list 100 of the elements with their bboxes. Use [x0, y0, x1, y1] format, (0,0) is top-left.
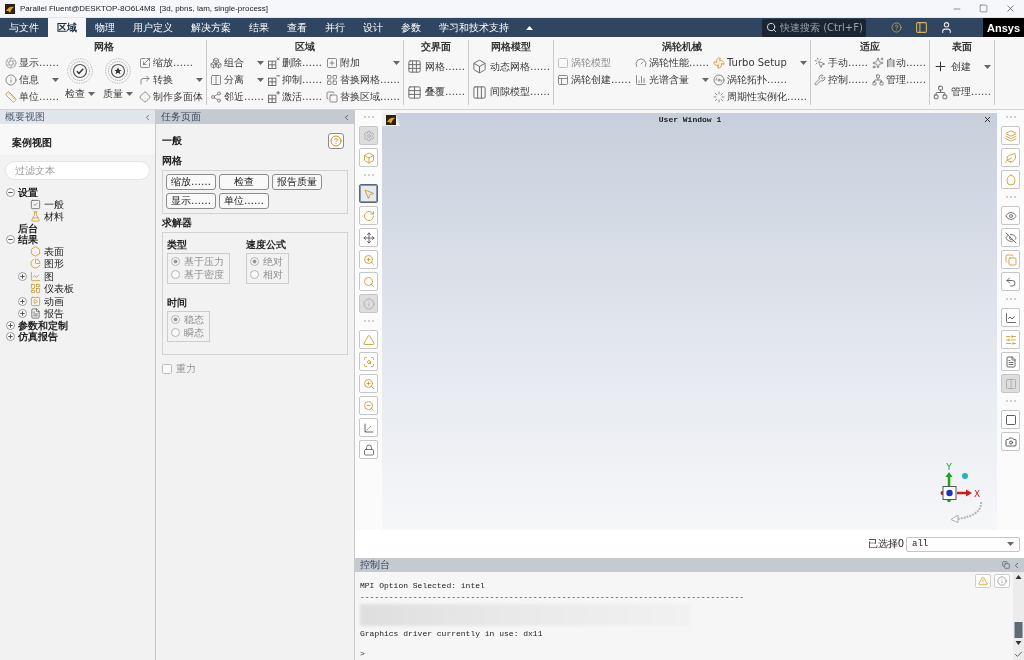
ribbon-button[interactable]: 光谱含量 — [635, 71, 709, 88]
ribbon-button[interactable]: 分离 — [210, 71, 264, 88]
tool-button[interactable] — [1001, 432, 1020, 451]
collapse-icon[interactable] — [6, 188, 15, 197]
ribbon-button[interactable]: 删除…… — [268, 54, 322, 71]
ribbon-button[interactable]: Turbo Setup — [713, 54, 807, 71]
mesh-button[interactable]: 缩放…… — [166, 174, 216, 190]
triangle-icon — [362, 333, 375, 346]
tree-item[interactable]: 设置 — [18, 187, 38, 198]
tree-item[interactable]: 报告 — [44, 308, 64, 320]
tool-button[interactable] — [359, 228, 378, 247]
collapse-icon[interactable] — [6, 235, 15, 244]
tool-button[interactable] — [1001, 206, 1020, 225]
tool-button[interactable] — [1001, 410, 1020, 429]
mesh-button[interactable]: 显示…… — [166, 193, 216, 209]
tree-item[interactable]: 材料 — [44, 211, 64, 223]
tree-item[interactable]: 后台 — [18, 223, 38, 234]
mesh-button[interactable]: 检查 — [219, 174, 269, 190]
fan-icon — [713, 56, 725, 69]
ribbon-button[interactable]: 缩放…… — [139, 54, 203, 71]
ribbon-button[interactable]: 质量 — [101, 54, 135, 105]
detach-icon[interactable] — [1002, 561, 1010, 569]
ribbon-button[interactable]: 显示…… — [5, 54, 59, 71]
ribbon-button[interactable]: 涡轮性能…… — [635, 54, 709, 71]
ribbon-button[interactable]: 手动…… — [814, 54, 868, 71]
ribbon-button[interactable]: 动态网格…… — [472, 56, 550, 77]
ribbon-button[interactable]: 周期性实例化…… — [713, 88, 807, 105]
selection-dropdown[interactable]: all — [906, 536, 1020, 552]
expand-icon[interactable] — [18, 309, 27, 319]
menu-tab[interactable]: 用户定义 — [124, 18, 182, 37]
ribbon-button[interactable]: 涡轮创建…… — [557, 71, 631, 88]
tree-item[interactable]: 图 — [44, 270, 54, 282]
checkbox[interactable] — [558, 57, 568, 68]
ribbon-button[interactable]: 附加 — [326, 54, 400, 71]
tree-item[interactable]: 一般 — [44, 198, 64, 210]
ribbon-button[interactable]: 控制…… — [814, 71, 868, 88]
chevron-left-icon[interactable] — [143, 112, 152, 122]
square-icon — [1004, 413, 1017, 426]
menu-tab[interactable]: 查看 — [278, 18, 316, 37]
tree-item[interactable]: 参数和定制 — [18, 320, 68, 331]
ribbon-button[interactable]: 转换 — [139, 71, 203, 88]
chevron-left-icon[interactable] — [342, 112, 351, 122]
ribbon-button[interactable]: 组合 — [210, 54, 264, 71]
tree-item[interactable]: 结果 — [18, 234, 38, 245]
mesh-button[interactable]: 报告质量 — [272, 174, 322, 190]
ribbon-button[interactable]: 管理…… — [872, 71, 926, 88]
menu-tab[interactable]: 设计 — [354, 18, 392, 37]
menu-tab[interactable]: 物理 — [86, 18, 124, 37]
tool-button[interactable] — [1001, 308, 1020, 327]
ribbon-button[interactable]: 涡轮拓扑…… — [713, 71, 807, 88]
menu-tab[interactable]: 区域 — [48, 18, 86, 37]
zoom-in-icon — [362, 377, 375, 390]
viewport-tab[interactable] — [382, 113, 400, 126]
tree-item[interactable]: 动画 — [44, 295, 64, 307]
menu-tab[interactable]: 并行 — [316, 18, 354, 37]
tree-item[interactable]: 仪表板 — [44, 283, 74, 295]
ribbon-button[interactable]: 叠覆…… — [407, 82, 465, 103]
ribbon-button[interactable]: 替换区域…… — [326, 88, 400, 105]
expand-icon[interactable] — [6, 321, 15, 330]
ribbon-checkbox[interactable]: 涡轮模型 — [557, 54, 631, 71]
ribbon-button[interactable]: 间隙模型…… — [472, 82, 550, 103]
expand-icon[interactable] — [18, 271, 27, 281]
tree-item[interactable]: 仿真报告 — [18, 331, 58, 342]
tool-button[interactable] — [1001, 272, 1020, 291]
ribbon-button[interactable]: 邻近…… — [210, 88, 264, 105]
scrollbar[interactable] — [1014, 572, 1023, 648]
rotate-arrow-icon[interactable] — [950, 501, 983, 523]
tool-button[interactable] — [359, 440, 378, 459]
columns-icon — [1004, 377, 1017, 390]
menu-tab[interactable]: 与文件 — [0, 18, 48, 37]
chevron-left-icon[interactable] — [1012, 560, 1021, 570]
ribbon-button[interactable]: 创建 — [933, 56, 991, 77]
ribbon-button[interactable]: 信息 — [5, 71, 59, 88]
ribbon-button[interactable]: 网格…… — [407, 56, 465, 77]
ribbon-button[interactable]: 检查 — [63, 54, 97, 105]
ribbon-button[interactable]: 管理…… — [933, 82, 991, 103]
ribbon-button[interactable]: 激活…… — [268, 88, 322, 105]
warning-button[interactable] — [975, 574, 991, 588]
menu-tab[interactable]: 学习和技术支持 — [430, 18, 518, 37]
menu-tab[interactable]: 参数 — [392, 18, 430, 37]
ribbon-button[interactable]: 替换网格…… — [326, 71, 400, 88]
expand-icon[interactable] — [6, 332, 15, 341]
tree-item[interactable]: 表面 — [44, 245, 64, 257]
menu-tab[interactable]: 结果 — [240, 18, 278, 37]
mesh-button[interactable]: 单位…… — [219, 193, 269, 209]
menu-tab[interactable]: 解决方案 — [182, 18, 240, 37]
filter-field[interactable]: 过滤文本 — [5, 161, 150, 180]
ribbon-button[interactable]: 自动…… — [872, 54, 926, 71]
tool-button[interactable] — [359, 184, 378, 203]
ribbon-button[interactable]: 抑制…… — [268, 71, 322, 88]
expand-icon[interactable] — [18, 296, 27, 306]
tool-button[interactable] — [1001, 352, 1020, 371]
search-field[interactable]: 快速搜索 (Ctrl+F) — [762, 18, 866, 37]
check-icon[interactable] — [1014, 650, 1023, 659]
help-button[interactable] — [328, 133, 344, 149]
info-button[interactable] — [994, 574, 1010, 588]
ribbon-button[interactable]: 单位…… — [5, 88, 59, 105]
ribbon-button[interactable]: 制作多面体 — [139, 88, 203, 105]
tree-item[interactable]: 图形 — [44, 258, 64, 270]
tool-button[interactable] — [1001, 228, 1020, 247]
